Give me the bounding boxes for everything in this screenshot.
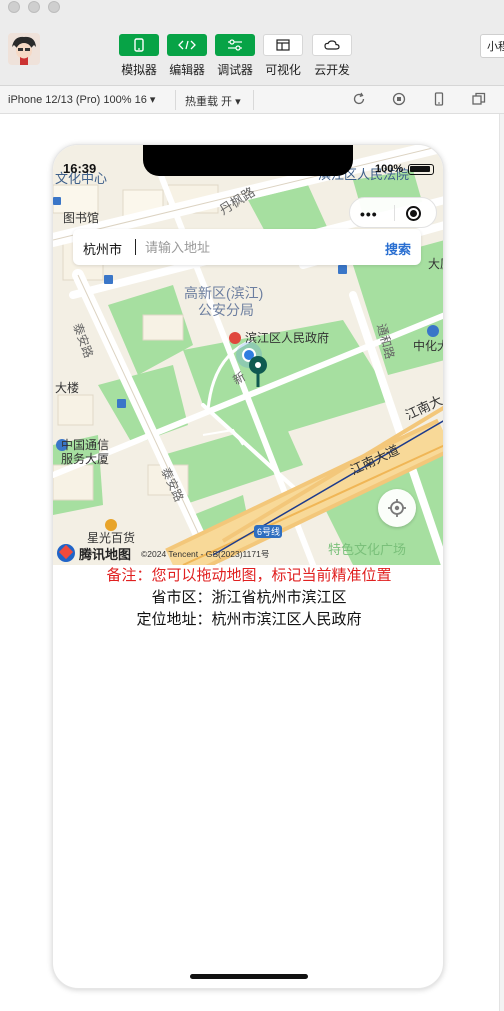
transit-stop-icon — [104, 275, 113, 284]
tool-editor[interactable]: 编辑器 — [167, 34, 209, 78]
address-line: 定位地址：杭州市滨江区人民政府 — [136, 611, 362, 628]
home-indicator[interactable] — [190, 974, 308, 979]
battery-icon — [408, 164, 434, 175]
map-label: 图书馆 — [63, 210, 99, 225]
close-miniprogram-icon[interactable] — [406, 206, 421, 221]
region-line: 省市区：浙江省杭州市滨江区 — [151, 589, 347, 606]
crosshair-icon — [388, 499, 406, 517]
editor-panel-edge — [499, 114, 504, 1011]
tool-cloud[interactable]: 云开发 — [312, 34, 354, 78]
cloud-icon[interactable] — [312, 34, 352, 56]
stop-icon[interactable] — [392, 92, 406, 109]
city-select[interactable]: 杭州市 — [83, 239, 122, 258]
device-select[interactable]: iPhone 12/13 (Pro) 100% 16 ▾ — [8, 93, 155, 106]
window-zoom-button[interactable] — [48, 1, 60, 13]
status-time: 16:39 — [63, 161, 97, 176]
phone-notch — [143, 145, 353, 176]
phone-simulator: 文化中心 丹枫路 滨江区人民法院 图书馆 高新区(滨江) 公安分局 滨江区人民政… — [52, 144, 444, 989]
miniprogram-menu[interactable]: 小程 — [480, 34, 504, 58]
drag-hint-note: 备注：您可以拖动地图，标记当前精准位置 — [106, 567, 392, 584]
transit-stop-icon — [53, 197, 61, 205]
code-icon[interactable] — [167, 34, 207, 56]
shopping-icon — [105, 519, 117, 531]
layout-icon[interactable] — [263, 34, 303, 56]
miniprogram-capsule[interactable]: ••• — [349, 197, 437, 228]
divider — [175, 90, 176, 110]
map-provider-logo: 腾讯地图 — [57, 543, 131, 563]
map-label: 大厦 — [428, 257, 444, 271]
search-button[interactable]: 搜索 — [385, 239, 411, 258]
map-copyright: ©2024 Tencent - GS(2023)1171号 — [141, 549, 270, 559]
tool-visual[interactable]: 可视化 — [263, 34, 305, 78]
map-label: 公安分局 — [198, 302, 254, 318]
address-search-bar: 杭州市 搜索 — [73, 229, 421, 265]
divider — [253, 90, 254, 110]
map-label: 中化大 — [413, 338, 444, 353]
divider — [394, 205, 395, 221]
poi-icon — [427, 325, 439, 337]
map-label: 服务大厦 — [61, 451, 109, 466]
map-label: 特色文化广场 — [328, 542, 406, 557]
tool-simulator[interactable]: 模拟器 — [119, 34, 161, 78]
metro-line-label: 6号线 — [257, 526, 280, 537]
simulator-bar: iPhone 12/13 (Pro) 100% 16 ▾ 热重载 开 ▾ — [0, 86, 504, 114]
map-label: 中国通信 — [61, 437, 109, 452]
detach-window-icon[interactable] — [472, 92, 486, 109]
locate-me-button[interactable] — [378, 489, 416, 527]
transit-stop-icon — [117, 399, 126, 408]
refresh-icon[interactable] — [352, 92, 366, 109]
divider — [135, 239, 136, 255]
tencent-map-icon — [57, 544, 75, 562]
address-input[interactable] — [145, 235, 375, 259]
user-avatar[interactable] — [8, 33, 40, 65]
map-label: 滨江区人民政府 — [245, 330, 329, 345]
location-info: 备注：您可以拖动地图，标记当前精准位置 省市区：浙江省杭州市滨江区 定位地址：杭… — [53, 565, 443, 631]
phone-mode-icon[interactable] — [432, 92, 446, 109]
debug-sliders-icon[interactable] — [215, 34, 255, 56]
devtools-toolbar: 模拟器 编辑器 调试器 可视化 云开发 小程 — [0, 0, 504, 86]
government-icon — [229, 332, 241, 344]
avatar-icon — [8, 33, 40, 65]
map-label: 大楼 — [55, 380, 79, 395]
transit-stop-icon — [338, 265, 347, 274]
window-minimize-button[interactable] — [28, 1, 40, 13]
more-icon[interactable]: ••• — [360, 206, 378, 222]
hot-reload-toggle[interactable]: 热重载 开 ▾ — [185, 93, 241, 109]
map-label: 高新区(滨江) — [184, 285, 263, 301]
tool-debugger[interactable]: 调试器 — [215, 34, 257, 78]
battery-percent: 100% — [375, 163, 404, 175]
phone-icon[interactable] — [119, 34, 159, 56]
window-close-button[interactable] — [8, 1, 20, 13]
